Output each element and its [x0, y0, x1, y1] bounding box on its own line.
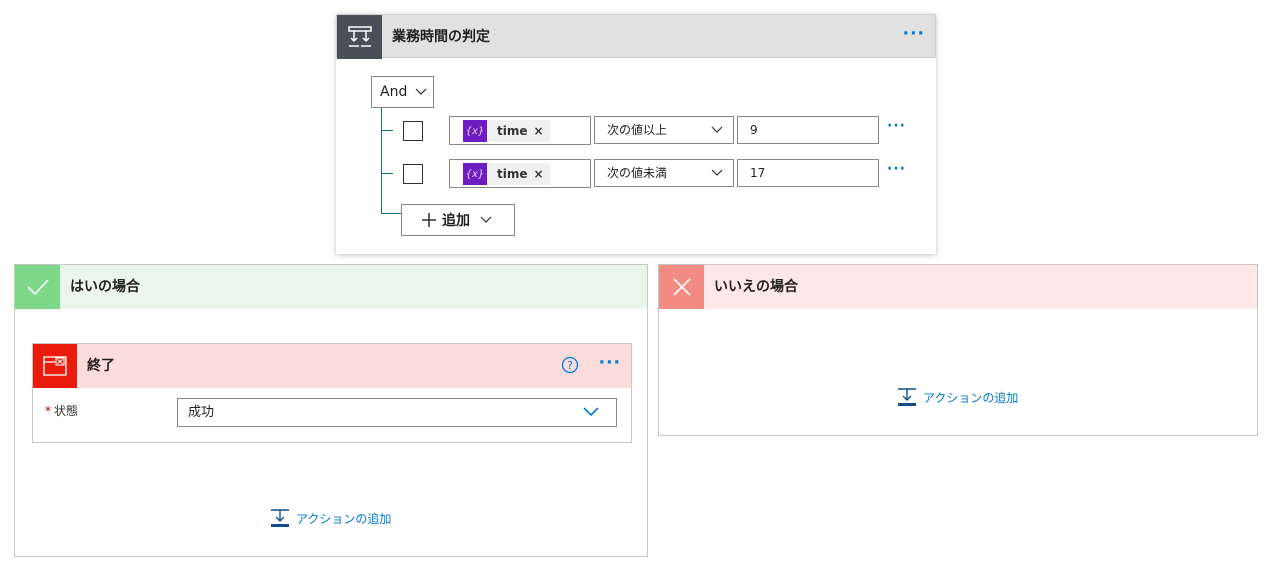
variable-icon: {x}	[463, 163, 487, 185]
token-remove-icon[interactable]: ×	[534, 124, 550, 138]
tree-line	[381, 213, 401, 214]
dynamic-token[interactable]: {x} time ×	[463, 163, 550, 185]
close-icon	[659, 265, 704, 309]
add-action-icon	[271, 509, 289, 527]
condition-left-operand[interactable]: {x} time ×	[449, 159, 591, 188]
group-operator-label: And	[380, 84, 408, 100]
condition-card: 業務時間の判定 ··· And {x} time × 次の値以上 9 ··· {…	[336, 14, 936, 254]
add-row-button[interactable]: 追加	[401, 204, 515, 236]
yes-branch-title: はいの場合	[70, 279, 140, 295]
terminate-action-title: 終了	[87, 358, 115, 374]
terminate-action-header[interactable]: 終了 ? ···	[33, 344, 631, 388]
tree-line	[381, 173, 393, 174]
terminate-icon	[33, 344, 77, 388]
operator-label: 次の値以上	[607, 123, 668, 137]
add-action-label: アクションの追加	[296, 511, 392, 526]
add-action-label: アクションの追加	[923, 390, 1019, 405]
chevron-down-icon	[711, 126, 723, 133]
row-more-button[interactable]: ···	[887, 161, 906, 177]
help-icon[interactable]: ?	[561, 356, 579, 378]
condition-header[interactable]: 業務時間の判定 ···	[336, 14, 936, 59]
status-label-text: 状態	[54, 404, 79, 418]
condition-left-operand[interactable]: {x} time ×	[449, 116, 591, 145]
tree-line	[381, 108, 382, 214]
row-checkbox[interactable]	[403, 121, 423, 141]
no-add-action-button[interactable]: アクションの追加	[897, 387, 1018, 407]
chevron-down-icon	[415, 88, 427, 95]
condition-value-input[interactable]: 9	[737, 116, 879, 144]
svg-text:?: ?	[567, 359, 573, 372]
no-branch-title: いいえの場合	[714, 279, 798, 295]
condition-value-input[interactable]: 17	[737, 159, 879, 187]
status-value: 成功	[188, 405, 215, 420]
condition-title: 業務時間の判定	[392, 29, 490, 45]
chevron-down-icon	[711, 169, 723, 176]
plus-icon	[422, 213, 436, 227]
row-more-button[interactable]: ···	[887, 118, 906, 134]
token-remove-icon[interactable]: ×	[534, 167, 550, 181]
row-checkbox[interactable]	[403, 164, 423, 184]
chevron-down-icon	[583, 407, 599, 417]
terminate-more-button[interactable]: ···	[599, 355, 621, 372]
operator-label: 次の値未満	[607, 166, 668, 180]
status-field-label: * 状態	[45, 402, 78, 419]
chevron-down-icon	[480, 216, 492, 223]
group-operator-dropdown[interactable]: And	[371, 76, 434, 108]
yes-branch-header[interactable]: はいの場合	[15, 265, 647, 309]
no-branch-card: いいえの場合 アクションの追加	[658, 264, 1258, 436]
condition-icon	[337, 15, 382, 59]
dynamic-token[interactable]: {x} time ×	[463, 120, 550, 142]
yes-add-action-button[interactable]: アクションの追加	[270, 508, 391, 528]
required-mark: *	[45, 404, 51, 418]
operator-select[interactable]: 次の値未満	[594, 159, 734, 187]
token-label: time	[497, 167, 528, 181]
checkmark-icon	[15, 265, 60, 309]
token-label: time	[497, 124, 528, 138]
tree-line	[381, 130, 393, 131]
no-branch-header[interactable]: いいえの場合	[659, 265, 1257, 309]
condition-more-button[interactable]: ···	[903, 26, 925, 43]
terminate-action-card: 終了 ? ··· * 状態 成功	[32, 343, 632, 443]
status-select[interactable]: 成功	[177, 398, 617, 427]
add-row-label: 追加	[442, 213, 470, 229]
yes-branch-card: はいの場合 終了 ? ··· * 状態 成功 アクションの追加	[14, 264, 648, 557]
operator-select[interactable]: 次の値以上	[594, 116, 734, 144]
variable-icon: {x}	[463, 120, 487, 142]
add-action-icon	[898, 388, 916, 406]
